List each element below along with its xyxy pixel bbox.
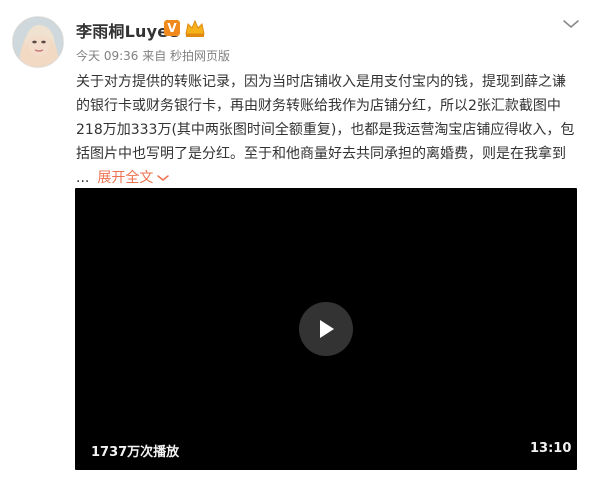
play-icon — [320, 320, 334, 338]
expand-full-text-link[interactable]: 展开全文 — [97, 170, 170, 186]
expand-label: 展开全文 — [97, 170, 154, 186]
post-line: 括图片中也写明了是分红。至于和他商量好去共同承担的离婚费，则是在我拿到 — [76, 146, 566, 162]
post-line: 218万加333万(其中两张图时间全额重复)，也都是我运营淘宝店铺应得收入，包 — [76, 122, 575, 138]
post-line: 的银行卡或财务银行卡，再由财务转账给我作为店铺分红，所以2张汇款截图中 — [76, 98, 561, 114]
chevron-down-icon — [157, 175, 170, 181]
post-meta: 今天 09:36 来自 秒拍网页版 — [76, 49, 231, 63]
play-button[interactable] — [299, 302, 353, 356]
view-count: 1737万次播放 — [91, 445, 180, 460]
chevron-down-icon[interactable] — [562, 18, 580, 30]
expand-row: ... 展开全文 — [76, 166, 581, 190]
avatar[interactable] — [12, 16, 64, 68]
weibo-post-card: 李雨桐Luyee V 今天 09:36 来自 秒拍网页版 关于对方提供的转账记录… — [0, 0, 591, 480]
post-body: 关于对方提供的转账记录，因为当时店铺收入是用支付宝内的钱，提现到薛之谦 的银行卡… — [76, 70, 581, 190]
ellipsis: ... — [76, 170, 90, 186]
post-line: 关于对方提供的转账记录，因为当时店铺收入是用支付宝内的钱，提现到薛之谦 — [76, 74, 566, 90]
verified-v-icon: V — [164, 20, 180, 36]
video-duration: 13:10 — [530, 441, 572, 456]
avatar-portrait — [13, 17, 63, 67]
crown-icon — [184, 18, 206, 38]
